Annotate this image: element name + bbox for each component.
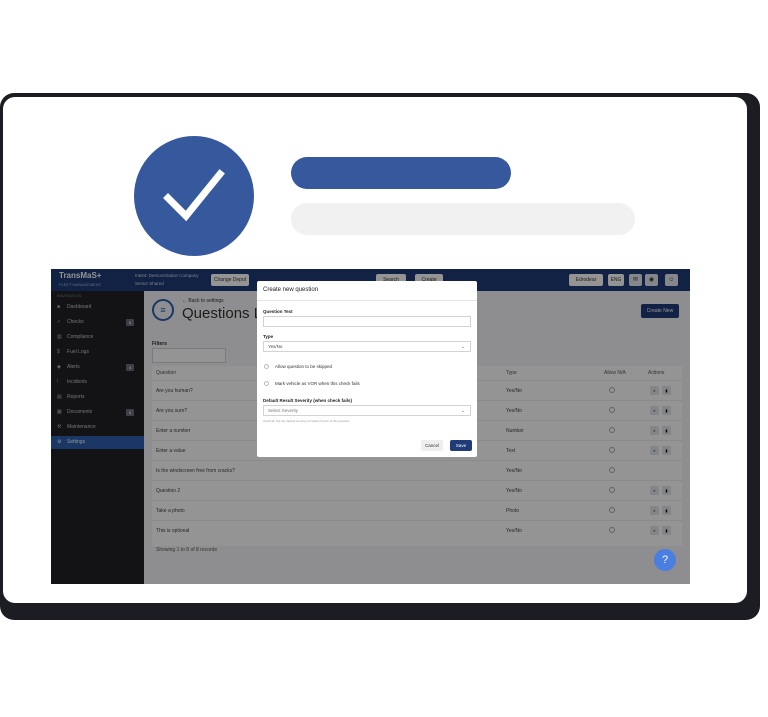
type-select[interactable]: Yes/No ⌄ — [263, 341, 471, 352]
create-question-modal: Create new question Question Text Type Y… — [257, 281, 477, 457]
modal-title: Create new question — [263, 287, 319, 293]
modal-divider — [257, 300, 477, 301]
severity-select-value: Select Severity — [268, 408, 299, 413]
severity-label: Default Result Severity (when check fail… — [263, 398, 353, 403]
cancel-button[interactable]: Cancel — [421, 440, 443, 451]
mark-vor-label: Mark vehicle as VOR when this check fail… — [275, 381, 360, 386]
question-text-input[interactable] — [263, 316, 471, 327]
success-badge — [134, 136, 254, 256]
type-select-value: Yes/No — [268, 344, 283, 349]
allow-skip-checkbox[interactable] — [264, 364, 269, 369]
save-button[interactable]: Save — [450, 440, 472, 451]
question-text-label: Question Text — [263, 309, 293, 314]
placeholder-text-bar — [291, 203, 635, 235]
severity-help-text: Optional: Set the default severity for f… — [263, 419, 350, 423]
mark-vor-checkbox[interactable] — [264, 381, 269, 386]
app-screenshot: TransMaS+ FLEET MANAGEMENT Intent: Demon… — [51, 269, 690, 584]
help-button[interactable]: ? — [654, 549, 676, 571]
placeholder-heading-bar — [291, 157, 511, 189]
severity-select[interactable]: Select Severity ⌄ — [263, 405, 471, 416]
chevron-down-icon: ⌄ — [460, 344, 465, 350]
type-label: Type — [263, 334, 274, 339]
chevron-down-icon: ⌄ — [460, 408, 465, 414]
check-icon — [163, 169, 225, 222]
allow-skip-label: Allow question to be skipped — [275, 364, 333, 369]
